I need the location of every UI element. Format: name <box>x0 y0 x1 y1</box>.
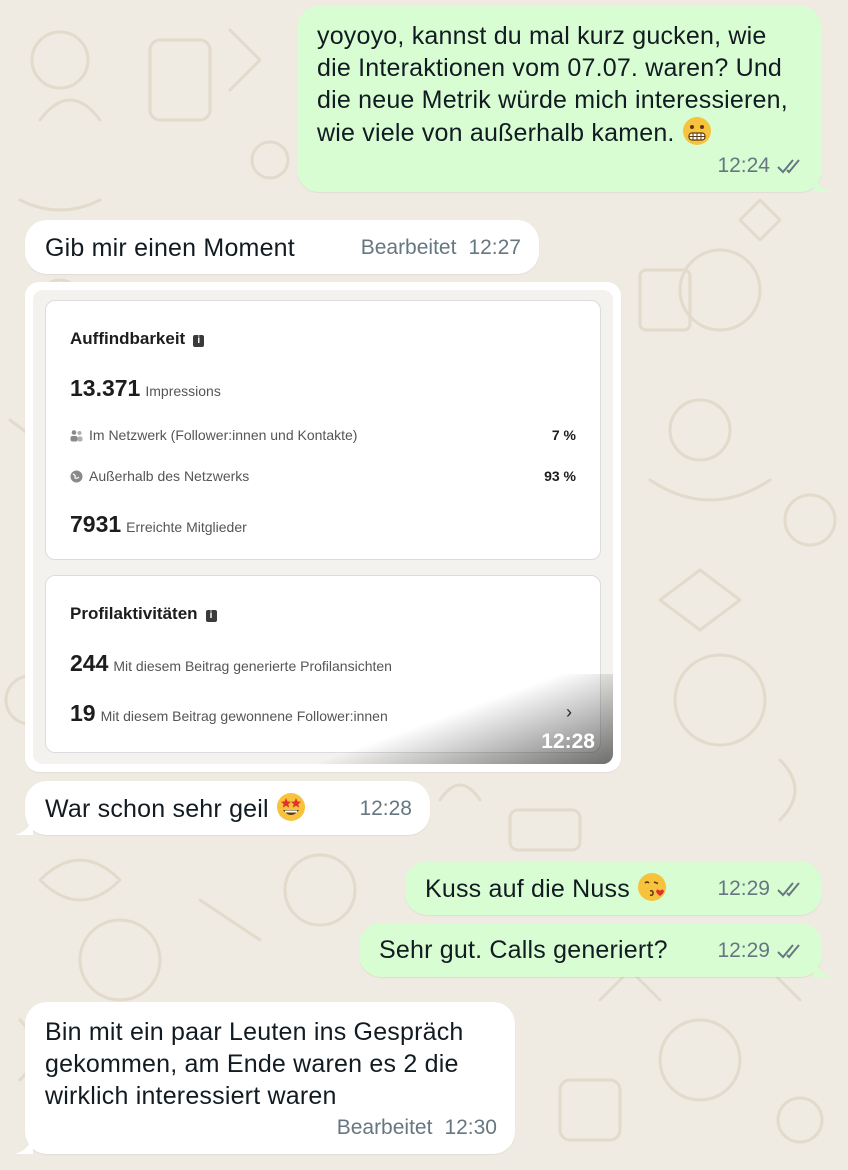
message-meta: 12:29 <box>717 935 804 967</box>
message-text: yoyoyo, kannst du mal kurz gucken, wie d… <box>317 22 788 147</box>
message-text: Kuss auf die Nuss <box>425 875 630 903</box>
message-text: Gib mir einen Moment <box>45 234 295 262</box>
reached-members-label: Erreichte Mitglieder <box>126 519 247 535</box>
message-time: 12:28 <box>541 730 595 753</box>
message-time: 12:27 <box>468 236 521 259</box>
star-struck-face-emoji-icon <box>276 793 305 821</box>
bubble-tail <box>15 1136 33 1154</box>
card-title-wrap: Auffindbarkeit i <box>70 329 205 349</box>
message-meta: Bearbeitet 12:27 <box>361 232 521 264</box>
outgoing-message-bubble[interactable]: yoyoyo, kannst du mal kurz gucken, wie d… <box>297 6 832 192</box>
discoverability-title: Auffindbarkeit <box>70 329 186 348</box>
reached-members-value: 7931 <box>70 511 122 537</box>
incoming-image-message[interactable]: Auffindbarkeit i 13.371 Impressions Im Net… <box>25 282 621 772</box>
profile-activity-title: Profilaktivitäten <box>70 604 198 623</box>
discoverability-card: Auffindbarkeit i 13.371 Impressions Im Net… <box>45 300 601 560</box>
in-network-percent: 7 % <box>551 427 576 443</box>
message-text: Sehr gut. Calls generiert? <box>379 936 668 964</box>
info-icon: i <box>205 610 217 622</box>
message-meta: 12:24 <box>717 150 804 182</box>
outside-network-percent: 93 % <box>544 468 576 484</box>
bubble-tail <box>814 959 832 977</box>
edited-label: Bearbeitet <box>360 236 457 259</box>
incoming-message-bubble[interactable]: Bin mit ein paar Leuten ins Gespräch gek… <box>15 1002 515 1154</box>
bubble-tail <box>15 817 33 835</box>
in-network-row: Im Netzwerk (Follower:innen und Kontakte… <box>70 427 576 443</box>
statistics-screenshot[interactable]: Auffindbarkeit i 13.371 Impressions Im Net… <box>33 290 613 764</box>
incoming-message-bubble[interactable]: War schon sehr geil 12:28 <box>15 781 430 835</box>
grimacing-face-emoji-icon <box>682 117 711 145</box>
followers-gained-value: 19 <box>70 700 96 726</box>
message-time: 12:30 <box>444 1116 497 1139</box>
impressions-label: Impressions <box>145 383 221 399</box>
edited-label: Bearbeitet <box>336 1116 433 1139</box>
impressions-stat: 13.371 Impressions <box>70 375 221 402</box>
outside-network-row: Außerhalb des Netzwerks 93 % <box>70 468 576 484</box>
profile-views-stat: 244 Mit diesem Beitrag generierte Profila… <box>70 650 392 677</box>
bubble-tail <box>814 174 832 192</box>
message-meta: Bearbeitet 12:30 <box>337 1112 497 1144</box>
info-icon: i <box>193 335 205 347</box>
face-blowing-kiss-emoji-icon <box>637 873 666 901</box>
double-check-icon <box>777 159 800 174</box>
message-text: War schon sehr geil <box>45 795 269 823</box>
message-meta: 12:29 <box>717 873 804 905</box>
outside-network-label: Außerhalb des Netzwerks <box>89 468 250 484</box>
double-check-icon <box>777 944 800 959</box>
outgoing-message-bubble[interactable]: Sehr gut. Calls generiert? 12:29 <box>359 923 832 977</box>
message-time: 12:28 <box>359 797 412 820</box>
globe-icon <box>70 470 83 483</box>
impressions-value: 13.371 <box>70 375 141 401</box>
people-icon <box>70 430 83 442</box>
in-network-label: Im Netzwerk (Follower:innen und Kontakte… <box>89 427 358 443</box>
message-text: Bin mit ein paar Leuten ins Gespräch gek… <box>45 1018 464 1110</box>
profile-views-label: Mit diesem Beitrag generierte Profilansi… <box>113 658 392 674</box>
incoming-message-bubble[interactable]: Gib mir einen Moment Bearbeitet 12:27 <box>25 220 539 274</box>
message-time: 12:29 <box>717 877 770 900</box>
outgoing-message-bubble[interactable]: Kuss auf die Nuss 12:29 <box>405 861 822 915</box>
double-check-icon <box>777 882 800 897</box>
profile-views-value: 244 <box>70 650 109 676</box>
message-time: 12:24 <box>717 154 770 177</box>
message-time: 12:29 <box>717 939 770 962</box>
message-meta: 12:28 <box>359 793 412 825</box>
reached-members-stat: 7931 Erreichte Mitglieder <box>70 511 247 538</box>
card-title-wrap: Profilaktivitäten i <box>70 604 217 624</box>
